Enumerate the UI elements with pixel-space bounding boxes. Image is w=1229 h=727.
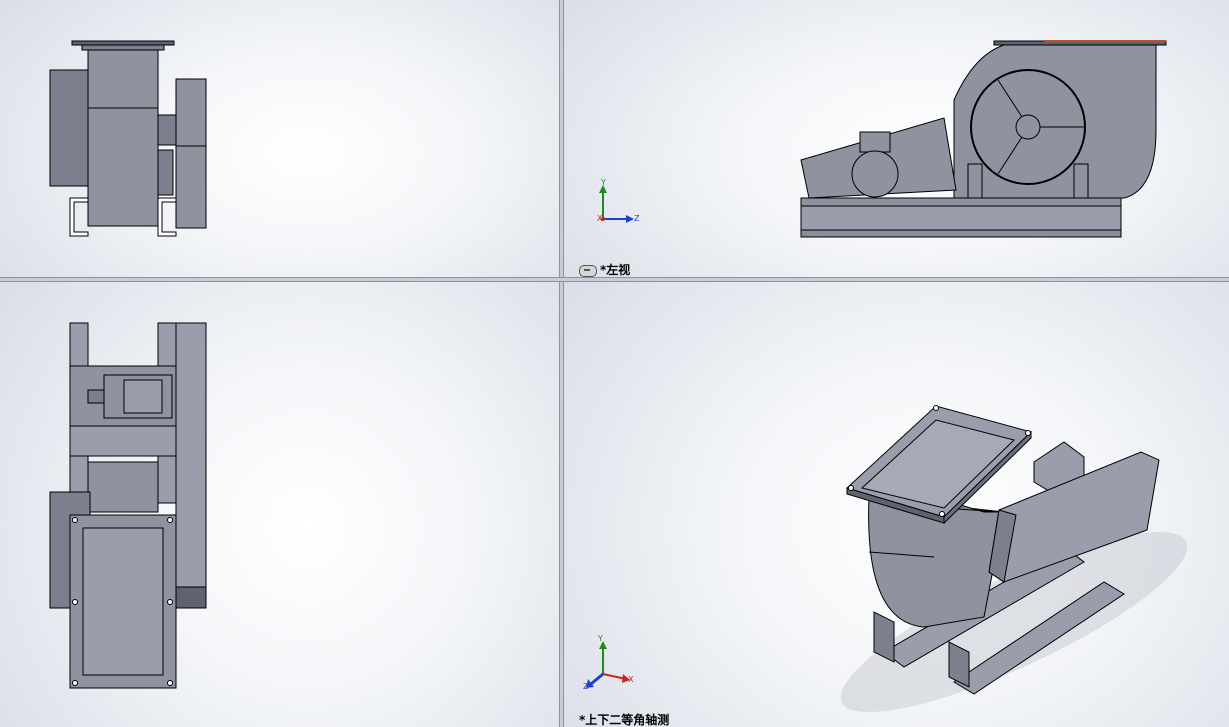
top-view-model[interactable] bbox=[0, 282, 559, 727]
viewport-splitter-vertical[interactable] bbox=[559, 0, 564, 727]
iso-axis-z-label: Z bbox=[583, 682, 589, 691]
axis-x-label: X bbox=[597, 214, 603, 223]
viewport-label-isometric[interactable]: *上下二等角轴测 bbox=[579, 711, 669, 727]
viewport-top[interactable] bbox=[0, 282, 559, 727]
viewport-label-left[interactable]: *左视 bbox=[579, 261, 630, 277]
solidworks-four-view-layout: Y Z X *左视 Y X Z *上下二等角轴测 bbox=[0, 0, 1229, 727]
viewport-isometric[interactable]: Y X Z *上下二等角轴测 bbox=[564, 282, 1229, 727]
viewport-splitter-horizontal[interactable] bbox=[0, 277, 1229, 282]
viewport-front[interactable] bbox=[0, 0, 559, 277]
iso-axis-y-label: Y bbox=[598, 634, 603, 643]
axis-z-label: Z bbox=[634, 214, 640, 223]
axis-y-label: Y bbox=[601, 178, 606, 187]
front-view-model[interactable] bbox=[0, 0, 559, 277]
duct-upper bbox=[175, 78, 207, 147]
duct-lower bbox=[175, 145, 207, 229]
link-icon[interactable] bbox=[579, 264, 597, 277]
triad-axis-left-view bbox=[599, 185, 634, 223]
top-flange bbox=[71, 40, 175, 46]
motor-left bbox=[49, 69, 91, 187]
housing bbox=[87, 49, 159, 227]
duct-side bbox=[175, 322, 207, 609]
viewport-left[interactable]: Y Z X *左视 bbox=[564, 0, 1229, 277]
iso-axis-x-label: X bbox=[628, 675, 634, 684]
triad-axis-isometric bbox=[586, 641, 630, 688]
